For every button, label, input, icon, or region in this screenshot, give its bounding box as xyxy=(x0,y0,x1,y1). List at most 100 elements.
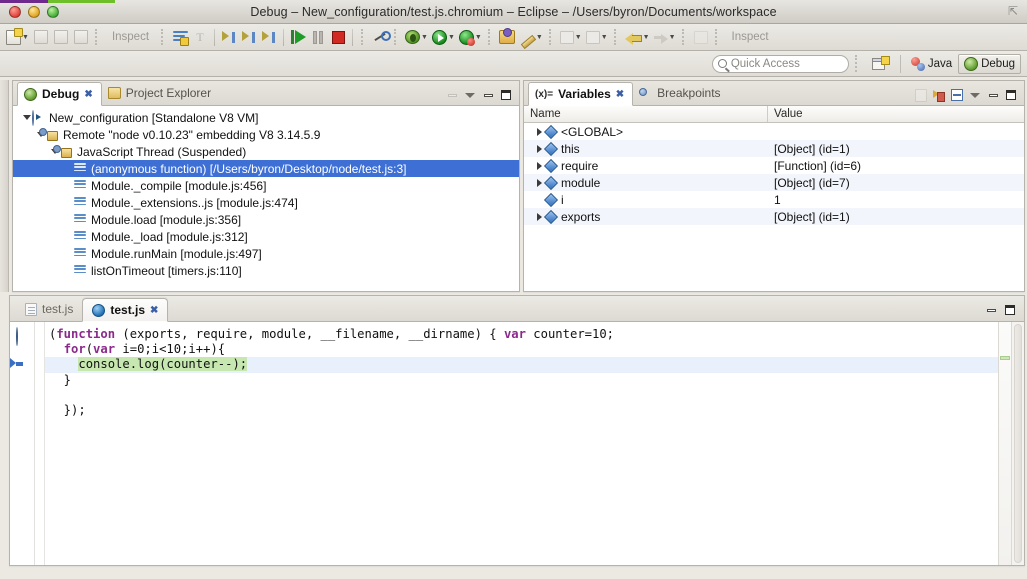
debug-tree-row[interactable]: Module.runMain [module.js:497] xyxy=(13,245,519,262)
copy-button[interactable] xyxy=(51,26,71,48)
suspend-button[interactable] xyxy=(308,26,328,48)
chevron-down-icon[interactable]: ▼ xyxy=(575,34,582,41)
debug-tree-row[interactable]: Module._load [module.js:312] xyxy=(13,228,519,245)
variables-table-row[interactable]: exports [Object] (id=1) xyxy=(524,208,1024,225)
resume-icon-bar xyxy=(290,30,294,44)
scrollbar-thumb[interactable] xyxy=(1014,324,1022,563)
variables-table-body[interactable]: <GLOBAL> this [Object] (id=1) require [Funct… xyxy=(524,123,1024,291)
tree-twisty-expanded-icon[interactable] xyxy=(21,112,32,123)
code-line[interactable] xyxy=(45,388,998,403)
tab-debug[interactable]: Debug ✖ xyxy=(17,82,102,106)
chevron-down-icon[interactable]: ▼ xyxy=(643,34,650,41)
perspective-debug-button[interactable]: Debug xyxy=(958,53,1021,74)
chevron-down-icon[interactable]: ▼ xyxy=(601,34,608,41)
editor-vertical-scrollbar[interactable] xyxy=(1011,322,1024,565)
chevron-down-icon[interactable]: ▼ xyxy=(22,34,29,41)
instruction-pointer-icon[interactable] xyxy=(16,358,29,371)
external-tools-button[interactable] xyxy=(497,26,517,48)
forward-button[interactable]: ▼ xyxy=(652,26,678,48)
step-over-button[interactable] xyxy=(239,26,259,48)
code-line[interactable]: } xyxy=(45,373,998,388)
variables-table-row[interactable]: <GLOBAL> xyxy=(524,123,1024,140)
debug-tree-row[interactable]: listOnTimeout [timers.js:110] xyxy=(13,262,519,279)
save-button[interactable] xyxy=(31,26,51,48)
chevron-down-icon[interactable]: ▼ xyxy=(421,34,428,41)
new-java-class-button[interactable]: ▼ xyxy=(558,26,584,48)
new-launch-config-button[interactable]: ▼ xyxy=(4,26,31,48)
close-icon[interactable]: ✖ xyxy=(84,89,92,100)
tab-project-explorer[interactable]: Project Explorer xyxy=(102,81,219,105)
chevron-down-icon[interactable]: ▼ xyxy=(475,34,482,41)
variables-view-minimize-button[interactable] xyxy=(987,89,999,101)
step-return-button[interactable] xyxy=(259,26,279,48)
editor-folding-bar[interactable] xyxy=(35,322,45,565)
variable-value-cell: [Object] (id=1) xyxy=(774,141,850,156)
back-button[interactable]: ▼ xyxy=(623,26,652,48)
debug-history-button[interactable]: ▼ xyxy=(403,26,430,48)
resize-grip-icon[interactable]: ⇱ xyxy=(1008,5,1021,18)
debug-tree-row[interactable]: Module._extensions..js [module.js:474] xyxy=(13,194,519,211)
debug-tree-row[interactable]: Remote "node v0.10.23" embedding V8 3.14… xyxy=(13,126,519,143)
close-icon[interactable]: ✖ xyxy=(150,305,158,316)
code-line[interactable]: (function (exports, require, module, __f… xyxy=(45,327,998,342)
run-button[interactable]: ▼ xyxy=(430,26,457,48)
debug-tree-row-label: Module._extensions..js [module.js:474] xyxy=(91,195,298,210)
open-perspective-button[interactable] xyxy=(871,55,890,72)
resume-button[interactable] xyxy=(288,26,308,48)
terminate-button[interactable] xyxy=(328,26,348,48)
column-header-name[interactable]: Name xyxy=(524,106,768,122)
debug-view-pin-button[interactable] xyxy=(446,89,458,101)
variables-table-row[interactable]: require [Function] (id=6) xyxy=(524,157,1024,174)
variables-table-row[interactable]: i1 xyxy=(524,191,1024,208)
debug-stack-tree[interactable]: New_configuration [Standalone V8 VM] Remo… xyxy=(13,106,519,291)
perspective-java-button[interactable]: Java xyxy=(905,54,958,74)
breakpoint-marker-icon[interactable] xyxy=(16,327,29,346)
tab-variables[interactable]: (x)= Variables ✖ xyxy=(528,82,634,106)
editor-gutter[interactable] xyxy=(10,322,35,565)
new-java-package-button[interactable]: ▼ xyxy=(584,26,610,48)
run-coverage-button[interactable]: ▼ xyxy=(457,26,484,48)
debug-tree-row[interactable]: Module.load [module.js:356] xyxy=(13,211,519,228)
editor-maximize-button[interactable] xyxy=(1004,304,1016,316)
debug-tree-row[interactable]: JavaScript Thread (Suspended) xyxy=(13,143,519,160)
column-header-value[interactable]: Value xyxy=(768,106,1024,122)
editor-overview-ruler[interactable] xyxy=(998,322,1011,565)
step-into-button[interactable] xyxy=(219,26,239,48)
editor-code-area[interactable]: (function (exports, require, module, __f… xyxy=(45,322,998,565)
print-button[interactable] xyxy=(71,26,91,48)
editor-tab-test-js-file[interactable]: test.js xyxy=(16,297,82,321)
code-line[interactable]: }); xyxy=(45,403,998,418)
debug-tree-row[interactable]: New_configuration [Standalone V8 VM] xyxy=(13,109,519,126)
editor-minimize-button[interactable] xyxy=(985,304,997,316)
debug-tree-row-label: JavaScript Thread (Suspended) xyxy=(77,144,247,159)
variables-view-menu-button[interactable] xyxy=(969,89,981,101)
disconnect-button[interactable] xyxy=(370,26,392,48)
variables-table-row[interactable]: this [Object] (id=1) xyxy=(524,140,1024,157)
variables-layout-button[interactable] xyxy=(951,89,963,101)
variables-show-logical-structure-button[interactable] xyxy=(933,89,945,102)
tab-breakpoints[interactable]: Breakpoints xyxy=(633,81,728,105)
open-console-button[interactable] xyxy=(170,26,190,48)
chevron-down-icon[interactable]: ▼ xyxy=(669,34,676,41)
debug-view-menu-button[interactable] xyxy=(464,89,476,101)
new-wizard-button[interactable]: ▼ xyxy=(517,26,545,48)
editor-tab-test-js-chromium[interactable]: test.js ✖ xyxy=(82,298,169,322)
debug-view-minimize-button[interactable] xyxy=(482,89,494,101)
debug-tree-row[interactable]: Module._compile [module.js:456] xyxy=(13,177,519,194)
debug-tree-row[interactable]: (anonymous function) [/Users/byron/Deskt… xyxy=(13,160,519,177)
variables-table-row[interactable]: module [Object] (id=7) xyxy=(524,174,1024,191)
fast-view-bar[interactable] xyxy=(0,80,9,292)
variables-copy-button[interactable] xyxy=(915,88,927,102)
code-line[interactable]: for(var i=0;i<10;i++){ xyxy=(45,342,998,357)
close-icon[interactable]: ✖ xyxy=(616,89,624,100)
debug-view-maximize-button[interactable] xyxy=(500,89,512,101)
text-tool-button[interactable]: T xyxy=(190,26,210,48)
quick-access-field[interactable]: Quick Access xyxy=(711,54,849,73)
overview-marker[interactable] xyxy=(1000,356,1010,360)
variables-view-maximize-button[interactable] xyxy=(1005,89,1017,101)
code-line[interactable]: console.log(counter--); xyxy=(45,357,998,373)
toolbar-overflow-button[interactable] xyxy=(691,26,711,48)
chevron-down-icon[interactable]: ▼ xyxy=(536,34,543,41)
chevron-down-icon[interactable]: ▼ xyxy=(448,34,455,41)
variable-name-cell: i xyxy=(524,193,768,207)
